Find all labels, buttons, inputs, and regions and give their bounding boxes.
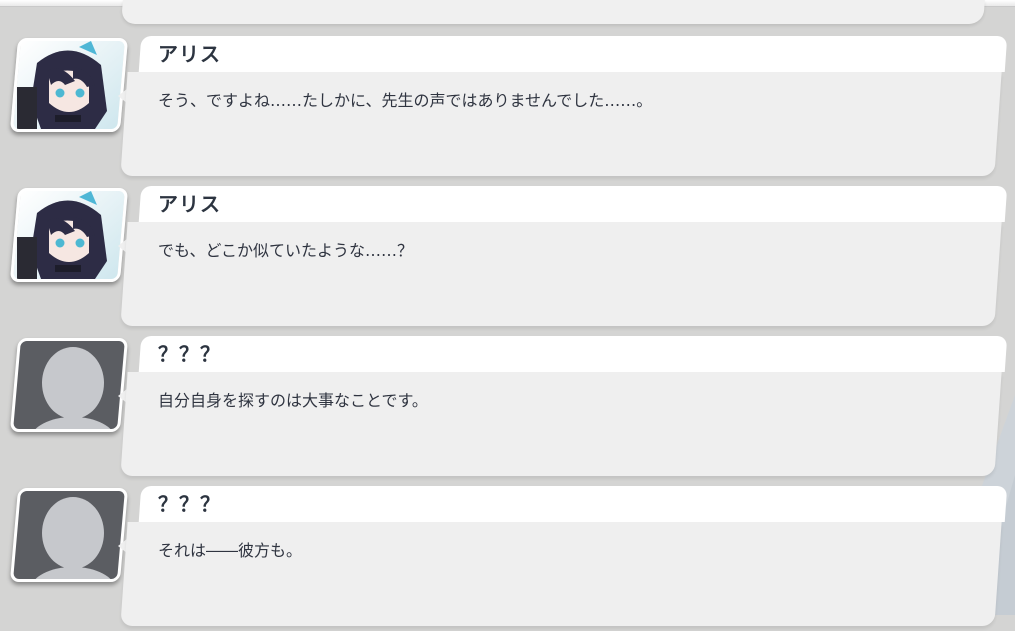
message-text: それは――彼方も。 bbox=[158, 541, 303, 560]
silhouette-icon bbox=[31, 497, 115, 579]
aris-portrait-icon bbox=[17, 41, 107, 129]
message-text: でも、どこか似ていたような……？ bbox=[158, 241, 414, 260]
log-entry: アリス でも、どこか似ていたような……？ bbox=[0, 186, 1015, 331]
speaker-name-tab bbox=[138, 486, 1008, 522]
unknown-avatar bbox=[9, 488, 129, 582]
speaker-name-tab bbox=[138, 336, 1008, 372]
speaker-name-tab bbox=[138, 36, 1008, 72]
message-text: 自分自身を探すのは大事なことです。 bbox=[158, 391, 428, 410]
speaker-name: ？？？ bbox=[158, 342, 221, 366]
unknown-avatar bbox=[9, 338, 129, 432]
speaker-name: アリス bbox=[158, 42, 221, 66]
previous-message-bubble bbox=[121, 0, 985, 24]
aris-portrait-icon bbox=[17, 191, 107, 279]
speaker-name: ？？？ bbox=[158, 492, 221, 516]
log-entry: ？？？ それは――彼方も。 bbox=[0, 486, 1015, 631]
speaker-name: アリス bbox=[158, 192, 221, 216]
silhouette-icon bbox=[31, 347, 115, 429]
aris-avatar bbox=[9, 38, 129, 132]
aris-avatar bbox=[9, 188, 129, 282]
speaker-name-tab bbox=[138, 186, 1008, 222]
log-entry: ？？？ 自分自身を探すのは大事なことです。 bbox=[0, 336, 1015, 481]
message-text: そう、ですよね……たしかに、先生の声ではありませんでした……。 bbox=[158, 91, 653, 110]
log-entry: アリス そう、ですよね……たしかに、先生の声ではありませんでした……。 bbox=[0, 36, 1015, 181]
